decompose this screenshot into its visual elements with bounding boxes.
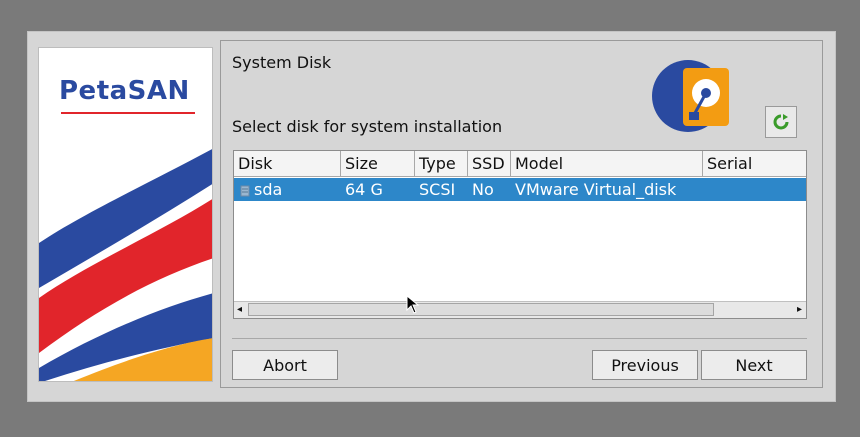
- column-header-disk[interactable]: Disk: [234, 151, 341, 177]
- refresh-icon: [773, 114, 789, 130]
- column-header-type[interactable]: Type: [415, 151, 468, 177]
- next-button[interactable]: Next: [701, 350, 807, 380]
- cell-disk: sda: [234, 178, 341, 201]
- scroll-right-icon[interactable]: ▸: [797, 304, 802, 315]
- cell-model: VMware Virtual_disk: [515, 180, 677, 199]
- column-header-ssd[interactable]: SSD: [468, 151, 511, 177]
- disk-table[interactable]: Disk Size Type SSD Model Serial sda 64 G…: [233, 150, 807, 319]
- column-header-model[interactable]: Model: [511, 151, 703, 177]
- logo-underline: [61, 112, 195, 114]
- scrollbar-thumb[interactable]: [248, 303, 714, 316]
- column-header-size[interactable]: Size: [341, 151, 415, 177]
- cell-serial: [703, 178, 806, 201]
- brand-swoosh-art: [39, 149, 212, 381]
- scroll-left-icon[interactable]: ◂: [237, 304, 242, 315]
- drive-icon: [240, 185, 250, 196]
- cell-size: 64 G: [345, 180, 383, 199]
- horizontal-scrollbar[interactable]: ◂ ▸: [234, 301, 806, 318]
- petasan-logo: PetaSAN: [59, 76, 190, 106]
- cell-type: SCSI: [419, 180, 456, 199]
- refresh-button[interactable]: [765, 106, 797, 138]
- button-separator: [232, 338, 807, 339]
- page-title: System Disk: [232, 53, 332, 72]
- previous-button[interactable]: Previous: [592, 350, 698, 380]
- mouse-cursor-icon: [406, 295, 420, 314]
- page-subtitle: Select disk for system installation: [232, 117, 503, 136]
- column-header-serial[interactable]: Serial: [703, 151, 806, 177]
- cell-ssd: No: [472, 180, 494, 199]
- table-header: Disk Size Type SSD Model Serial: [234, 151, 806, 177]
- hard-disk-icon: [652, 60, 729, 132]
- brand-panel: PetaSAN: [38, 47, 213, 382]
- abort-button[interactable]: Abort: [232, 350, 338, 380]
